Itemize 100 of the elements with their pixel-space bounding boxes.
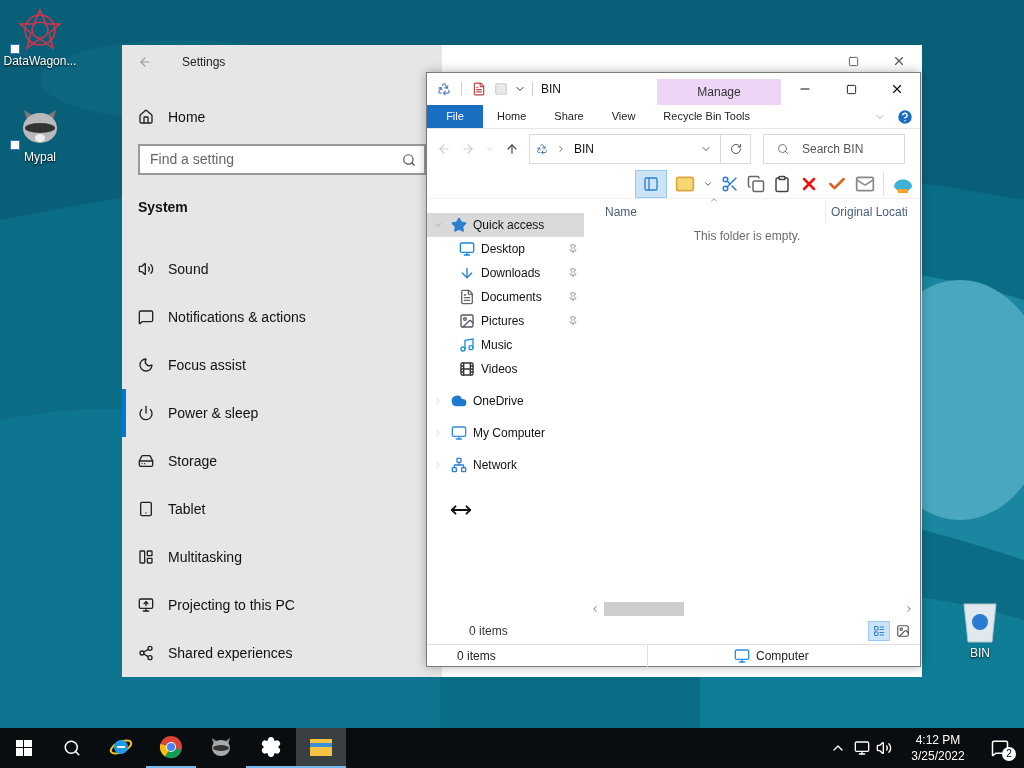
recycle-bin-icon (437, 82, 451, 96)
status-text: 0 items (456, 647, 497, 665)
scrollbar-thumb[interactable] (604, 602, 684, 616)
projecting-icon (138, 597, 154, 613)
settings-nav-item[interactable]: Projecting to this PC (122, 581, 422, 629)
folder-icon (309, 737, 333, 757)
network-icon[interactable] (854, 740, 870, 756)
sort-icon (709, 195, 719, 205)
preview-view-icon[interactable] (896, 624, 910, 638)
clock-time[interactable]: 4:12 PM (915, 732, 961, 748)
search-icon (402, 152, 416, 167)
panel-icon (643, 175, 659, 192)
star-icon (451, 217, 467, 233)
nav-item[interactable]: Network (427, 453, 584, 477)
settings-nav-item[interactable]: Focus assist (122, 341, 422, 389)
settings-nav-item[interactable]: Multitasking (122, 533, 422, 581)
computer-icon (734, 647, 750, 664)
scroll-right-icon[interactable] (904, 604, 914, 614)
network-icon (451, 457, 467, 473)
status-text: Computer (756, 647, 809, 665)
close-icon[interactable] (892, 54, 906, 68)
ribbon-tab[interactable]: Share (540, 105, 598, 128)
empty-message: This folder is empty. (692, 228, 802, 245)
breadcrumb-chevron-icon[interactable] (556, 144, 566, 154)
address-text: BIN (574, 141, 595, 158)
recycle-bin-icon (960, 600, 1000, 644)
settings-nav-item[interactable]: Power & sleep (122, 389, 422, 437)
close-icon[interactable] (890, 82, 904, 96)
tablet-icon (138, 501, 154, 517)
properties-icon[interactable] (472, 82, 486, 96)
window-title: Settings (182, 53, 226, 71)
ribbon-tab[interactable]: Recycle Bin Tools (649, 105, 764, 128)
volume-icon[interactable] (876, 740, 892, 756)
music-icon (459, 337, 475, 353)
back-icon[interactable] (138, 54, 152, 69)
cut-icon[interactable] (721, 174, 739, 193)
nav-item[interactable]: OneDrive (427, 389, 584, 413)
desktop-icon-label[interactable]: DataWagon... (3, 54, 77, 68)
notification-count-badge: 2 (1002, 747, 1016, 761)
focus-icon (138, 357, 154, 373)
star-logo-icon (18, 8, 62, 52)
nav-item[interactable]: Downloads (427, 261, 584, 285)
chrome-icon (159, 735, 183, 759)
videos-icon (459, 361, 475, 377)
address-bar[interactable]: BIN (529, 134, 751, 164)
column-header[interactable]: Original Locati (831, 203, 908, 221)
nav-item[interactable]: My Computer (427, 421, 584, 445)
gear-icon (260, 736, 282, 758)
desktop-icon-label[interactable]: BIN (970, 646, 990, 660)
shared-icon (138, 645, 154, 661)
refresh-icon[interactable] (729, 143, 742, 155)
taskbar-app[interactable] (296, 728, 346, 768)
ribbon-tab[interactable]: File (427, 105, 483, 128)
settings-nav-item[interactable]: Sound (122, 245, 422, 293)
pin-icon (568, 244, 578, 254)
pin-icon (568, 292, 578, 302)
settings-nav-item[interactable]: Shared experiences (122, 629, 422, 677)
nav-item[interactable]: Documents (427, 285, 584, 309)
help-icon[interactable] (896, 107, 914, 126)
power-icon (138, 405, 154, 421)
settings-nav-item[interactable]: Tablet (122, 485, 422, 533)
details-view-button[interactable] (868, 621, 890, 641)
context-tab[interactable]: Manage (657, 79, 781, 105)
ribbon-tab[interactable]: Home (483, 105, 541, 128)
nav-item[interactable]: Videos (427, 357, 584, 381)
search-field[interactable]: Find a setting (138, 143, 426, 175)
window-title: BIN (541, 81, 561, 98)
scroll-left-icon[interactable] (590, 604, 600, 614)
nav-item[interactable]: Music (427, 333, 584, 357)
search-icon[interactable] (63, 739, 81, 757)
settings-nav-item[interactable]: Storage (122, 437, 422, 485)
sound-icon (138, 261, 154, 277)
paste-icon[interactable] (773, 174, 791, 193)
desktop-icon-label[interactable]: Mypal (24, 150, 56, 164)
home-icon (138, 109, 154, 126)
recycle-bin-icon (536, 143, 548, 155)
raccoon-icon (209, 735, 233, 759)
navigation-pane-button[interactable] (635, 169, 667, 198)
copy-icon[interactable] (747, 174, 765, 193)
desktop-icon (459, 241, 475, 257)
nav-item[interactable]: Quick access (427, 213, 584, 237)
pin-icon (568, 316, 578, 326)
clock-date[interactable]: 3/25/2022 (911, 748, 965, 764)
multitasking-icon (138, 549, 154, 565)
maximize-icon[interactable] (847, 55, 859, 67)
ribbon-tab[interactable]: View (597, 105, 650, 128)
item-count: 0 items (469, 623, 508, 640)
column-header[interactable]: Name (605, 203, 825, 221)
section-heading: System (138, 198, 189, 217)
maximize-icon[interactable] (845, 83, 857, 95)
home-item[interactable]: Home (122, 98, 422, 137)
pictures-icon (459, 313, 475, 329)
nav-item[interactable]: Desktop (427, 237, 584, 261)
pin-icon (568, 268, 578, 278)
settings-nav-item[interactable]: Notifications & actions (122, 293, 422, 341)
nav-item[interactable]: Pictures (427, 309, 584, 333)
up-icon[interactable] (505, 142, 519, 156)
search-icon (777, 143, 789, 155)
documents-icon (459, 289, 475, 305)
windows-logo-icon[interactable] (16, 740, 32, 756)
